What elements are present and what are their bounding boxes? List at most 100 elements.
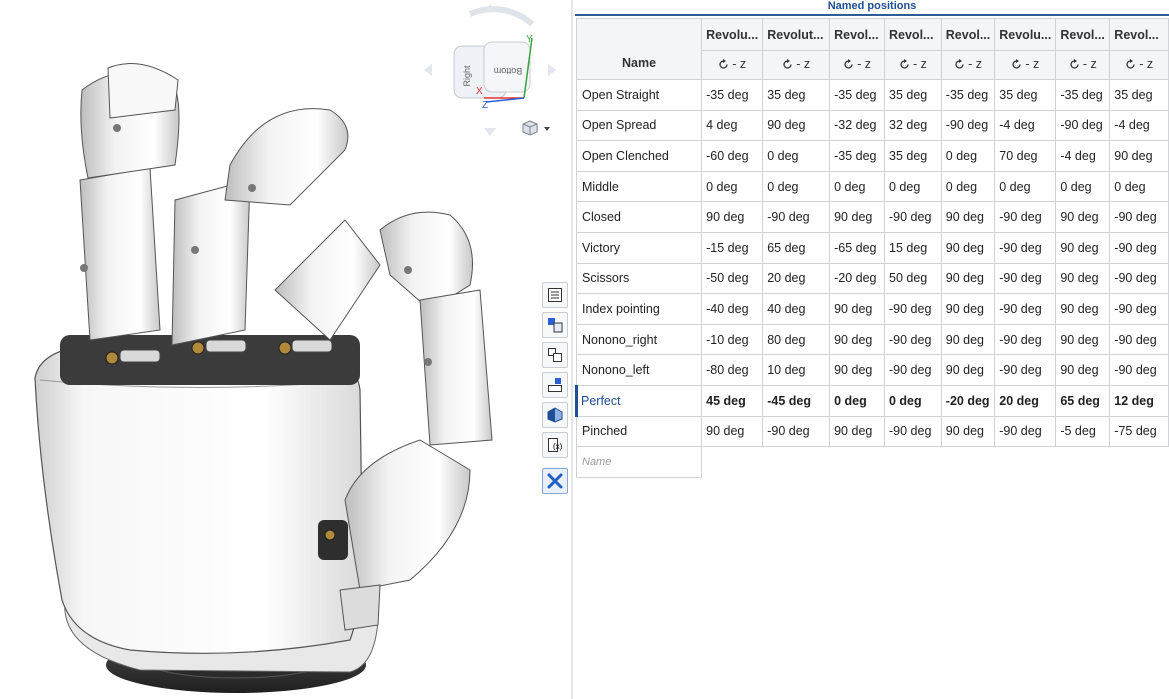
- joint-column-header[interactable]: Revol...: [829, 18, 885, 51]
- table-row[interactable]: Open Clenched -60 deg 0 deg -35 deg 35 deg 0 …: [575, 140, 1169, 172]
- joint-value-cell[interactable]: 90 deg: [829, 323, 885, 356]
- joint-value-cell[interactable]: 90 deg: [1055, 293, 1111, 325]
- joint-value-cell[interactable]: -90 deg: [994, 323, 1057, 356]
- table-row[interactable]: Pinched 90 deg -90 deg 90 deg -90 deg 90 deg -…: [575, 415, 1169, 448]
- joint-column-header[interactable]: Revolut...: [762, 18, 831, 51]
- position-name-cell[interactable]: Scissors: [575, 262, 703, 295]
- table-row[interactable]: Scissors -50 deg 20 deg -20 deg 50 deg 90 deg…: [575, 262, 1169, 295]
- joint-value-cell[interactable]: -65 deg: [829, 231, 885, 264]
- joint-value-cell[interactable]: -90 deg: [884, 415, 942, 448]
- joint-value-cell[interactable]: -90 deg: [994, 354, 1057, 386]
- rotate-down-arrow-icon[interactable]: [484, 128, 496, 136]
- joint-value-cell[interactable]: -10 deg: [701, 323, 764, 356]
- position-name-cell[interactable]: Nonono_right: [575, 323, 703, 356]
- joint-value-cell[interactable]: -4 deg: [1109, 109, 1169, 142]
- joint-value-cell[interactable]: -15 deg: [701, 231, 764, 264]
- joint-value-cell[interactable]: 0 deg: [884, 384, 942, 417]
- joint-value-cell[interactable]: 65 deg: [762, 231, 831, 264]
- view-rotate-ring[interactable]: [468, 6, 535, 27]
- joint-value-cell[interactable]: 80 deg: [762, 323, 831, 356]
- joint-value-cell[interactable]: 90 deg: [940, 293, 996, 325]
- position-name-cell[interactable]: Open Straight: [575, 79, 703, 111]
- joint-column-header[interactable]: Revol...: [1109, 18, 1169, 51]
- joint-value-cell[interactable]: -45 deg: [762, 384, 831, 417]
- joint-value-cell[interactable]: -35 deg: [940, 79, 996, 111]
- joint-value-cell[interactable]: 90 deg: [829, 201, 885, 233]
- joint-value-cell[interactable]: 90 deg: [940, 201, 996, 233]
- graphics-viewport[interactable]: Right Bottom X Y Z (x): [0, 0, 571, 699]
- joint-value-cell[interactable]: 40 deg: [762, 293, 831, 325]
- joint-column-header[interactable]: Revol...: [1055, 18, 1111, 51]
- joint-value-cell[interactable]: -35 deg: [829, 79, 885, 111]
- joint-value-cell[interactable]: -90 deg: [762, 415, 831, 448]
- joint-value-cell[interactable]: 90 deg: [701, 201, 764, 233]
- joint-value-cell[interactable]: 4 deg: [701, 109, 764, 142]
- joint-value-cell[interactable]: 90 deg: [1055, 231, 1111, 264]
- joint-value-cell[interactable]: 0 deg: [940, 170, 996, 203]
- joint-value-cell[interactable]: 0 deg: [762, 140, 831, 172]
- joint-value-cell[interactable]: 0 deg: [994, 170, 1057, 203]
- joint-value-cell[interactable]: 0 deg: [1109, 170, 1169, 203]
- instances-button[interactable]: [542, 342, 568, 368]
- position-name-cell[interactable]: Perfect: [574, 384, 703, 417]
- variables-button[interactable]: (x): [542, 432, 568, 458]
- joint-value-cell[interactable]: -90 deg: [994, 262, 1057, 295]
- joint-value-cell[interactable]: -90 deg: [762, 201, 831, 233]
- table-row[interactable]: Perfect 45 deg -45 deg 0 deg 0 deg -20 deg 20 …: [574, 384, 1169, 417]
- joint-value-cell[interactable]: 90 deg: [940, 231, 996, 264]
- joint-value-cell[interactable]: 0 deg: [762, 170, 831, 203]
- panel-divider[interactable]: [571, 0, 573, 699]
- view-menu-button[interactable]: [520, 120, 554, 138]
- joint-value-cell[interactable]: 12 deg: [1109, 384, 1169, 417]
- position-name-cell[interactable]: Victory: [575, 231, 703, 264]
- joint-value-cell[interactable]: -90 deg: [1055, 109, 1111, 142]
- joint-value-cell[interactable]: 90 deg: [940, 262, 996, 295]
- joint-value-cell[interactable]: 50 deg: [884, 262, 942, 295]
- joint-value-cell[interactable]: -90 deg: [1109, 323, 1169, 356]
- appearance-button[interactable]: [542, 402, 568, 428]
- rotate-left-arrow-icon[interactable]: [424, 64, 432, 76]
- joint-value-cell[interactable]: -50 deg: [701, 262, 764, 295]
- joint-value-cell[interactable]: 90 deg: [1055, 354, 1111, 386]
- table-row[interactable]: Index pointing -40 deg 40 deg 90 deg -90 deg…: [575, 293, 1169, 325]
- joint-value-cell[interactable]: 70 deg: [994, 140, 1057, 172]
- joint-value-cell[interactable]: -80 deg: [701, 354, 764, 386]
- joint-column-header[interactable]: Revol...: [884, 18, 942, 51]
- joint-value-cell[interactable]: 90 deg: [1055, 323, 1111, 356]
- joint-value-cell[interactable]: 0 deg: [940, 140, 996, 172]
- joint-value-cell[interactable]: 10 deg: [762, 354, 831, 386]
- joint-value-cell[interactable]: 90 deg: [829, 293, 885, 325]
- joint-value-cell[interactable]: 90 deg: [829, 415, 885, 448]
- table-row[interactable]: Open Straight -35 deg 35 deg -35 deg 35 deg -…: [575, 79, 1169, 111]
- joint-value-cell[interactable]: -90 deg: [1109, 201, 1169, 233]
- joint-value-cell[interactable]: -20 deg: [940, 384, 996, 417]
- joint-value-cell[interactable]: -75 deg: [1109, 415, 1169, 448]
- name-column-header[interactable]: Name: [575, 18, 703, 80]
- table-row[interactable]: Nonono_left -80 deg 10 deg 90 deg -90 deg 90 …: [575, 354, 1169, 386]
- joint-value-cell[interactable]: -90 deg: [1109, 354, 1169, 386]
- joint-value-cell[interactable]: -5 deg: [1055, 415, 1111, 448]
- joint-value-cell[interactable]: -20 deg: [829, 262, 885, 295]
- position-name-cell[interactable]: Middle: [575, 170, 703, 203]
- joint-value-cell[interactable]: 90 deg: [940, 415, 996, 448]
- joint-value-cell[interactable]: 65 deg: [1055, 384, 1111, 417]
- joint-value-cell[interactable]: -40 deg: [701, 293, 764, 325]
- joint-value-cell[interactable]: -4 deg: [1055, 140, 1111, 172]
- joint-value-cell[interactable]: 35 deg: [1109, 79, 1169, 111]
- joint-value-cell[interactable]: -35 deg: [1055, 79, 1111, 111]
- joint-value-cell[interactable]: 90 deg: [940, 323, 996, 356]
- position-name-cell[interactable]: Closed: [575, 201, 703, 233]
- parts-list-button[interactable]: [542, 312, 568, 338]
- joint-value-cell[interactable]: -90 deg: [994, 293, 1057, 325]
- joint-value-cell[interactable]: 90 deg: [940, 354, 996, 386]
- joint-value-cell[interactable]: -32 deg: [829, 109, 885, 142]
- rotate-right-arrow-icon[interactable]: [548, 64, 556, 76]
- table-row[interactable]: Victory -15 deg 65 deg -65 deg 15 deg 90 deg -…: [575, 231, 1169, 264]
- joint-value-cell[interactable]: 90 deg: [1055, 262, 1111, 295]
- joint-value-cell[interactable]: 0 deg: [829, 170, 885, 203]
- joint-value-cell[interactable]: 32 deg: [884, 109, 942, 142]
- joint-value-cell[interactable]: 90 deg: [829, 354, 885, 386]
- position-name-cell[interactable]: Open Clenched: [575, 140, 703, 172]
- joint-value-cell[interactable]: 90 deg: [762, 109, 831, 142]
- joint-value-cell[interactable]: -35 deg: [701, 79, 764, 111]
